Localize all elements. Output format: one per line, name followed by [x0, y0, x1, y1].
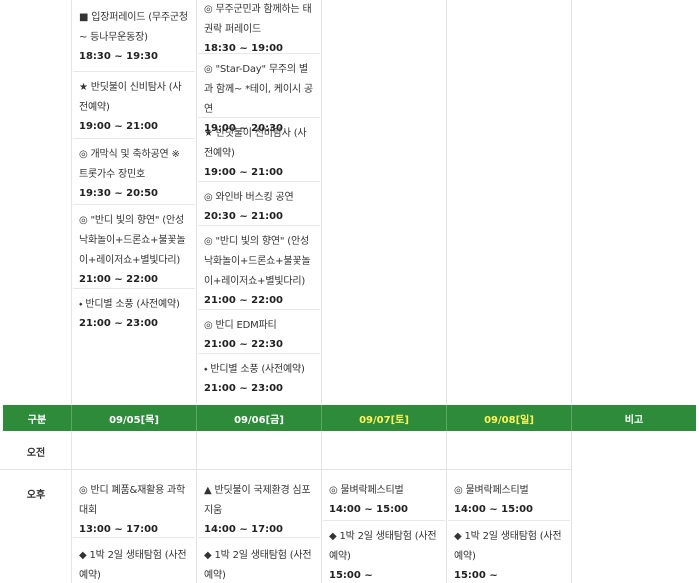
event-item: ◆ 1박 2일 생태탐험 (사전예약): [198, 538, 320, 583]
event-item: ★ 반딧불이 신비탐사 (사전예약) 19:00 ~ 21:00: [198, 118, 320, 182]
event-time: 14:00 ~ 17:00: [204, 524, 284, 535]
event-item: ◎ 물벼락페스티벌 14:00 ~ 15:00: [448, 481, 570, 521]
event-title: ◎ "반디 빛의 향연" (안성낙화놀이+드론쇼+불꽃놀이+레이저쇼+별빛다리): [204, 236, 311, 287]
row-label-afternoon: 오후: [26, 490, 46, 501]
event-title: ◆ 1박 2일 생태탐험 (사전예약): [454, 531, 562, 562]
event-item: ◎ 물벼락페스티벌 14:00 ~ 15:00: [323, 481, 445, 521]
column-divider: [196, 0, 197, 404]
event-time: 21:00 ~ 23:00: [204, 383, 284, 394]
event-title: ◎ 반디 EDM파티: [204, 320, 277, 331]
event-time: 13:00 ~ 17:00: [79, 524, 159, 535]
event-item: ◎ 무주군민과 함께하는 태권락 퍼레이드 18:30 ~ 19:00: [198, 0, 320, 54]
event-item: ◎ 반디 EDM파티 21:00 ~ 22:30: [198, 310, 320, 354]
event-item: ◎ 와인바 버스킹 공연 20:30 ~ 21:00: [198, 182, 320, 226]
event-title: ◎ 물벼락페스티벌: [454, 485, 529, 496]
column-divider: [196, 431, 197, 583]
column-divider: [446, 431, 447, 583]
event-item: ◎ 개막식 및 축하공연 ※ 트롯가수 장민호 19:30 ~ 20:50: [73, 139, 195, 205]
column-divider: [321, 431, 322, 583]
event-time: 19:30 ~ 20:50: [79, 188, 159, 199]
column-divider: [571, 431, 572, 583]
event-time: 19:00 ~ 21:00: [79, 121, 159, 132]
header-bigo: 비고: [624, 414, 644, 426]
event-item: ◆ 1박 2일 생태탐험 (사전예약) 15:00 ~: [323, 521, 445, 583]
row-divider: [0, 469, 571, 470]
event-title: ◎ "Star-Day" 무주의 별과 함께~ *테이, 케이시 공연: [204, 64, 313, 115]
header-day-0906: 09/06[금]: [197, 405, 322, 431]
column-divider: [321, 0, 322, 404]
event-item: ⬩ 반디별 소풍 (사전예약) 21:00 ~ 23:00: [73, 289, 195, 335]
day-column-0906-afternoon: ▲ 반딧불이 국제환경 심포지움 14:00 ~ 17:00 ◆ 1박 2일 생…: [198, 481, 320, 583]
header-day-0907: 09/07[토]: [322, 405, 447, 431]
column-divider: [446, 0, 447, 404]
header-day-0905: 09/05[목]: [72, 405, 197, 431]
event-title: ⬩ 반디별 소풍 (사전예약): [204, 364, 305, 375]
event-title: ◎ 개막식 및 축하공연 ※ 트롯가수 장민호: [79, 149, 180, 180]
day-column-0905-evening: ■ 입장퍼레이드 (무주군청 ~ 등나무운동장) 18:30 ~ 19:30 ★…: [73, 8, 195, 335]
event-title: ◎ 와인바 버스킹 공연: [204, 192, 294, 203]
row-label-morning: 오전: [26, 448, 46, 459]
event-title: ■ 입장퍼레이드 (무주군청 ~ 등나무운동장): [79, 12, 188, 43]
day-column-0905-afternoon: ◎ 반디 폐품&재활용 과학대회 13:00 ~ 17:00 ◆ 1박 2일 생…: [73, 481, 195, 583]
schedule-day-section: 오전 오후 ◎ 반디 폐품&재활용 과학대회 13:00 ~ 17:00 ◆ 1…: [0, 431, 699, 583]
event-item: ◎ "반디 빛의 향연" (안성낙화놀이+드론쇼+불꽃놀이+레이저쇼+별빛다리)…: [198, 226, 320, 310]
event-time: 21:00 ~ 22:30: [204, 339, 284, 350]
event-title: ◎ 물벼락페스티벌: [329, 485, 404, 496]
event-title: ⬩ 반디별 소풍 (사전예약): [79, 299, 180, 310]
event-time: 20:30 ~ 21:00: [204, 211, 284, 222]
column-divider: [71, 0, 72, 404]
schedule-table-header: 구분 09/05[목] 09/06[금] 09/07[토] 09/08[일] 비…: [3, 405, 696, 431]
event-time: 15:00 ~: [329, 570, 373, 581]
event-title: ★ 반딧불이 신비탐사 (사전예약): [79, 82, 182, 113]
header-day-0908: 09/08[일]: [447, 405, 572, 431]
event-time: 14:00 ~ 15:00: [329, 504, 409, 515]
event-time: 18:30 ~ 19:30: [79, 51, 159, 62]
event-time: 21:00 ~ 22:00: [79, 274, 159, 285]
day-column-0907-afternoon: ◎ 물벼락페스티벌 14:00 ~ 15:00 ◆ 1박 2일 생태탐험 (사전…: [323, 481, 445, 583]
event-time: 14:00 ~ 15:00: [454, 504, 534, 515]
event-title: ★ 반딧불이 신비탐사 (사전예약): [204, 128, 307, 159]
event-title: ◆ 1박 2일 생태탐험 (사전예약): [79, 550, 187, 581]
event-item: ◎ "Star-Day" 무주의 별과 함께~ *테이, 케이시 공연 19:0…: [198, 54, 320, 134]
event-item: ◆ 1박 2일 생태탐험 (사전예약) 15:00 ~: [448, 521, 570, 583]
event-title: ◎ 무주군민과 함께하는 태권락 퍼레이드: [204, 4, 312, 35]
event-item: ⬩ 반디별 소풍 (사전예약) 21:00 ~ 23:00: [198, 354, 320, 398]
day-column-0906-evening: ◎ 무주군민과 함께하는 태권락 퍼레이드 18:30 ~ 19:00 ◎ "S…: [198, 0, 320, 398]
event-time: 15:00 ~: [454, 570, 498, 581]
event-item: ▲ 반딧불이 국제환경 심포지움 14:00 ~ 17:00: [198, 481, 320, 538]
event-title: ◆ 1박 2일 생태탐험 (사전예약): [329, 531, 437, 562]
event-time: 19:00 ~ 21:00: [204, 167, 284, 178]
day-column-0908-afternoon: ◎ 물벼락페스티벌 14:00 ~ 15:00 ◆ 1박 2일 생태탐험 (사전…: [448, 481, 570, 583]
schedule-evening-section: ■ 입장퍼레이드 (무주군청 ~ 등나무운동장) 18:30 ~ 19:30 ★…: [0, 0, 699, 404]
event-item: ■ 입장퍼레이드 (무주군청 ~ 등나무운동장) 18:30 ~ 19:30: [73, 8, 195, 72]
column-divider: [571, 0, 572, 404]
event-item: ◆ 1박 2일 생태탐험 (사전예약): [73, 538, 195, 583]
event-item: ◎ 반디 폐품&재활용 과학대회 13:00 ~ 17:00: [73, 481, 195, 538]
event-item: ★ 반딧불이 신비탐사 (사전예약) 19:00 ~ 21:00: [73, 72, 195, 139]
event-time: 21:00 ~ 22:00: [204, 295, 284, 306]
event-time: 21:00 ~ 23:00: [79, 318, 159, 329]
event-title: ◎ 반디 폐품&재활용 과학대회: [79, 485, 186, 516]
event-title: ◆ 1박 2일 생태탐험 (사전예약): [204, 550, 312, 581]
event-item: ◎ "반디 빛의 향연" (안성낙화놀이+드론쇼+불꽃놀이+레이저쇼+별빛다리)…: [73, 205, 195, 289]
header-gubun: 구분: [3, 405, 72, 431]
event-title: ◎ "반디 빛의 향연" (안성낙화놀이+드론쇼+불꽃놀이+레이저쇼+별빛다리): [79, 215, 186, 266]
event-title: ▲ 반딧불이 국제환경 심포지움: [204, 485, 311, 516]
